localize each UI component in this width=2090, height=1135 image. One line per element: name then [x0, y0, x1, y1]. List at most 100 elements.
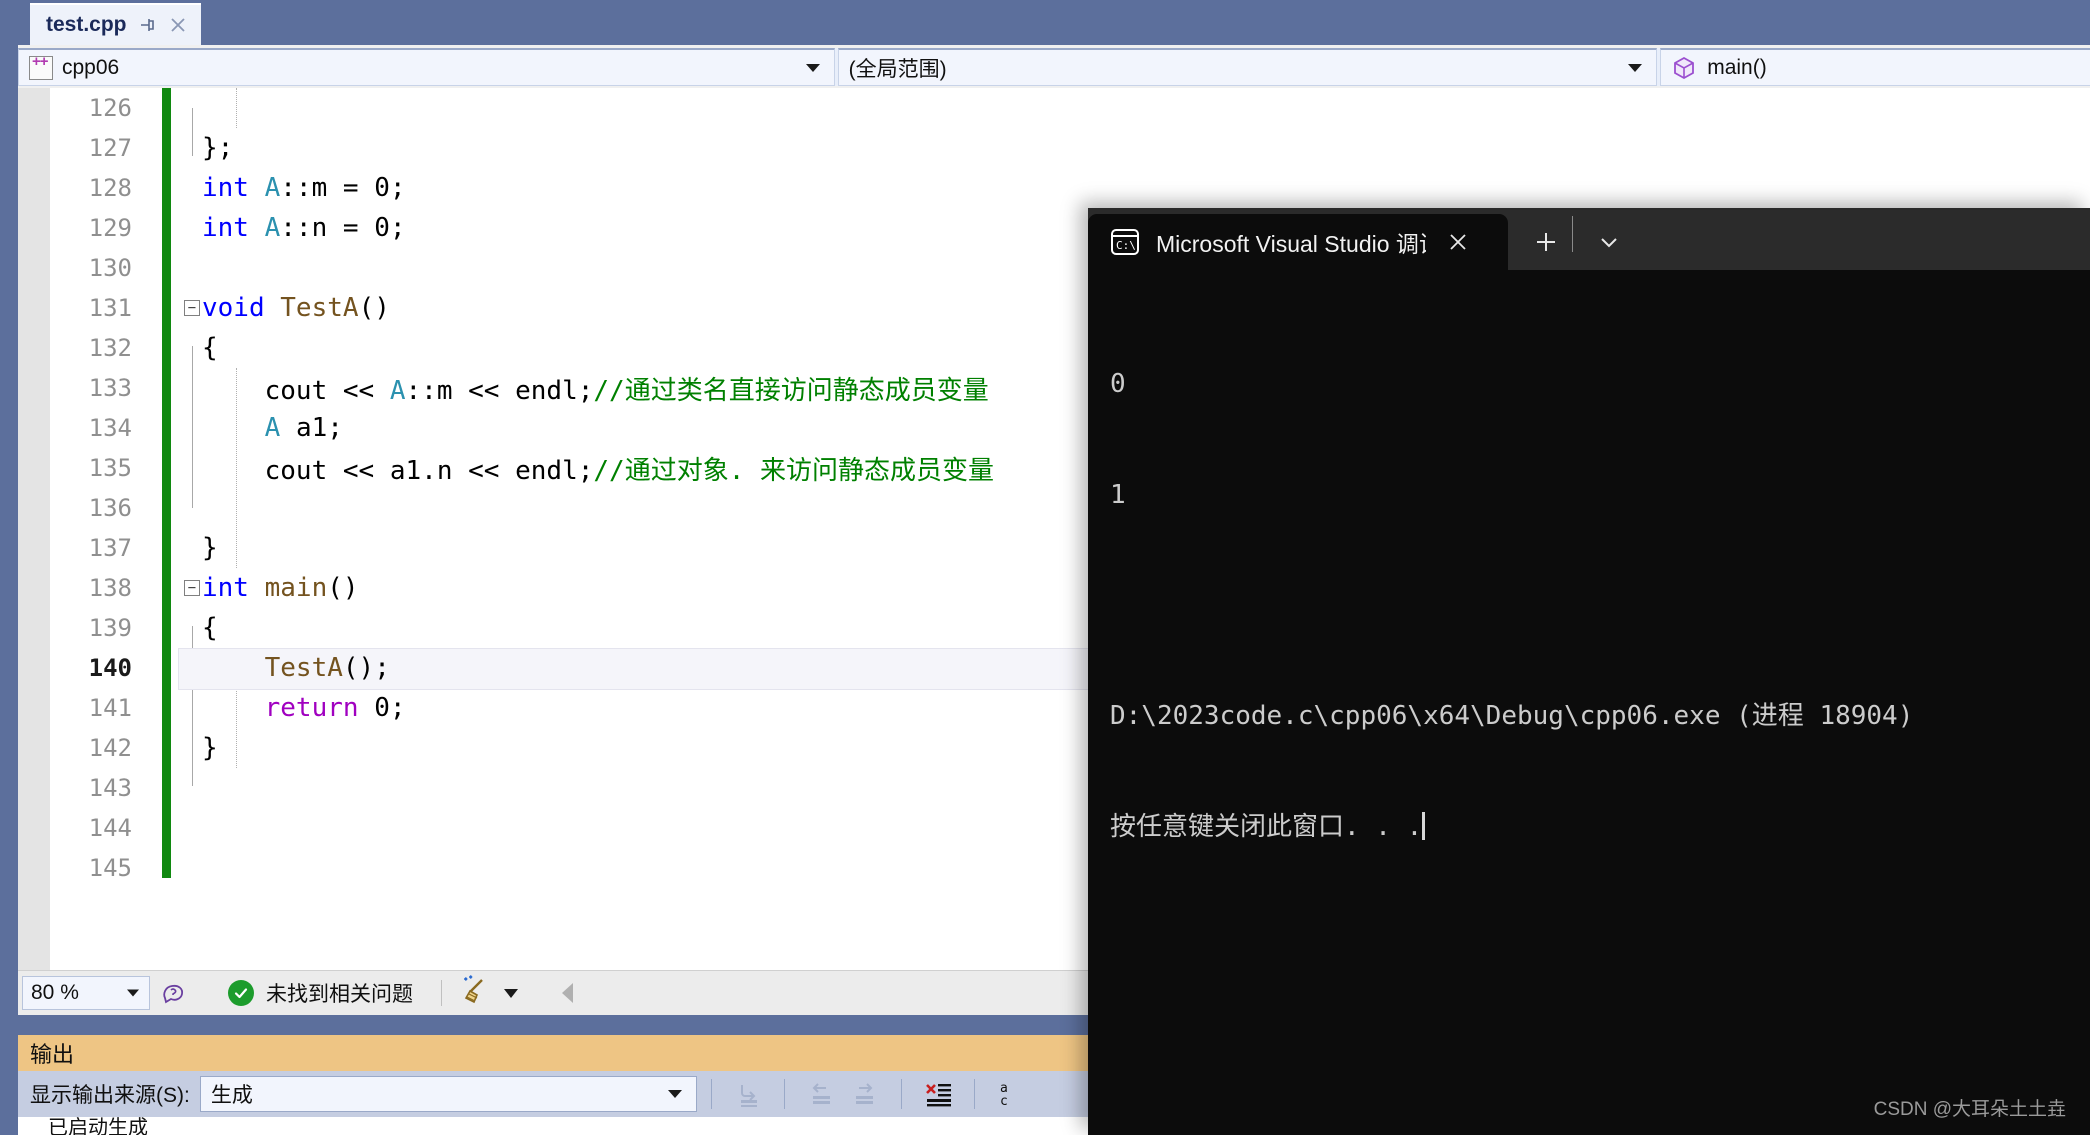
scope-selector[interactable]: (全局范围)	[837, 48, 1658, 86]
console-tab[interactable]: C:\ Microsoft Visual Studio 调试控	[1088, 214, 1508, 270]
line-number: 131	[88, 294, 132, 322]
line-content: cout << A::m << endl;//通过类名直接访问静态成员变量	[264, 375, 989, 406]
console-tab-title: Microsoft Visual Studio 调试控	[1156, 231, 1426, 257]
go-to-source-icon[interactable]	[726, 1074, 770, 1114]
divider	[710, 1079, 712, 1109]
svg-text:c: c	[1000, 1094, 1008, 1109]
cmd-prompt-icon: C:\	[1110, 228, 1140, 256]
line-content: {	[202, 613, 218, 643]
close-icon[interactable]	[1442, 226, 1474, 258]
line-number: 139	[88, 614, 132, 642]
fold-toggle-icon[interactable]: −	[184, 300, 200, 316]
output-panel-title: 输出	[30, 1042, 75, 1067]
output-source-label: 显示输出来源(S):	[30, 1084, 190, 1107]
output-first-row: 已启动生成	[48, 1117, 148, 1135]
chevron-down-icon[interactable]	[805, 63, 820, 72]
line-content: };	[202, 133, 234, 163]
divider	[783, 1079, 785, 1109]
line-content: A a1;	[264, 413, 343, 443]
line-number: 142	[88, 734, 132, 762]
output-source-selector[interactable]: 生成	[199, 1076, 697, 1112]
line-number: 130	[88, 254, 132, 282]
line-content: void TestA()	[202, 293, 390, 323]
document-tab-label: test.cpp	[46, 13, 127, 36]
line-number: 128	[88, 174, 132, 202]
debug-console-window[interactable]: C:\ Microsoft Visual Studio 调试控	[1088, 208, 2090, 1135]
line-content: int main()	[202, 573, 359, 603]
check-circle-icon	[228, 980, 254, 1006]
toggle-wordwrap-icon[interactable]: a c	[989, 1074, 1033, 1114]
zoom-level-label: 80 %	[31, 981, 79, 1004]
triangle-left-icon[interactable]	[562, 983, 573, 1003]
zoom-level-selector[interactable]: 80 %	[22, 976, 150, 1010]
feedback-icon[interactable]	[156, 975, 192, 1011]
line-number: 133	[88, 374, 132, 402]
line-number: 132	[88, 334, 132, 362]
chevron-down-icon[interactable]	[1628, 63, 1643, 72]
pin-icon[interactable]	[137, 15, 157, 35]
console-line: D:\2023code.c\cpp06\x64\Debug\cpp06.exe …	[1110, 700, 1914, 731]
project-selector[interactable]: cpp06	[18, 48, 835, 86]
divider	[441, 980, 442, 1006]
line-content: {	[202, 333, 218, 363]
console-line-text: 按任意键关闭此窗口. . .	[1110, 811, 1423, 842]
code-line[interactable]: 126	[18, 88, 2090, 128]
line-number: 138	[88, 574, 132, 602]
code-line[interactable]: 127 };	[18, 128, 2090, 168]
console-title-bar: C:\ Microsoft Visual Studio 调试控	[1088, 208, 2090, 270]
cube-icon	[1671, 55, 1697, 81]
close-icon[interactable]	[167, 14, 189, 36]
divider	[1572, 216, 1573, 252]
line-number: 126	[88, 94, 132, 122]
svg-text:C:\: C:\	[1116, 239, 1136, 252]
line-number: 135	[88, 454, 132, 482]
code-line[interactable]: 128 int A::m = 0;	[18, 168, 2090, 208]
console-output[interactable]: 0 1 D:\2023code.c\cpp06\x64\Debug\cpp06.…	[1088, 270, 2090, 919]
divider	[900, 1079, 902, 1109]
line-content: int A::n = 0;	[202, 213, 406, 243]
scope-selector-label: (全局范围)	[848, 57, 947, 81]
line-content: }	[202, 733, 218, 763]
console-line: 1	[1110, 479, 1126, 510]
console-line-with-cursor: 按任意键关闭此窗口. . .	[1110, 809, 2090, 846]
line-number: 140	[88, 654, 132, 682]
function-selector-label: main()	[1707, 55, 1767, 79]
output-source-value: 生成	[210, 1084, 253, 1107]
line-number: 141	[88, 694, 132, 722]
document-tab-test-cpp[interactable]: test.cpp	[30, 3, 201, 45]
text-cursor	[1422, 811, 1426, 840]
divider	[973, 1079, 975, 1109]
navigation-bar: cpp06 (全局范围) main()	[18, 48, 2090, 86]
window-left-chrome	[0, 0, 18, 1135]
line-number: 143	[88, 774, 132, 802]
console-line: 0	[1110, 368, 1126, 399]
line-content: int A::m = 0;	[202, 173, 406, 203]
health-status-text: 未找到相关问题	[266, 983, 413, 1006]
function-selector[interactable]: main()	[1660, 48, 2090, 86]
line-number: 127	[88, 134, 132, 162]
chevron-down-icon[interactable]	[1583, 214, 1635, 270]
chevron-down-icon[interactable]	[667, 1090, 682, 1098]
line-content: return 0;	[264, 693, 406, 723]
line-number: 137	[88, 534, 132, 562]
visual-studio-window: test.cpp cpp06 (全局范围)	[0, 0, 2090, 1135]
clear-output-icon[interactable]	[916, 1074, 960, 1114]
line-number: 129	[88, 214, 132, 242]
line-content: cout << a1.n << endl;//通过对象. 来访问静态成员变量	[264, 455, 995, 486]
line-number: 136	[88, 494, 132, 522]
line-number: 144	[88, 814, 132, 842]
chevron-down-icon[interactable]	[504, 988, 518, 998]
line-number: 145	[88, 854, 132, 882]
chevron-down-icon[interactable]	[127, 989, 139, 997]
fold-toggle-icon[interactable]: −	[184, 580, 200, 596]
navigate-forward-icon[interactable]	[843, 1074, 887, 1114]
broom-icon[interactable]	[458, 974, 492, 1013]
cpp-file-icon	[29, 53, 53, 80]
document-tab-strip: test.cpp	[18, 0, 2090, 45]
plus-icon[interactable]	[1520, 214, 1572, 270]
line-content: }	[202, 533, 218, 563]
navigate-back-icon[interactable]	[799, 1074, 843, 1114]
project-selector-label: cpp06	[62, 55, 120, 79]
line-content: TestA();	[264, 653, 390, 683]
